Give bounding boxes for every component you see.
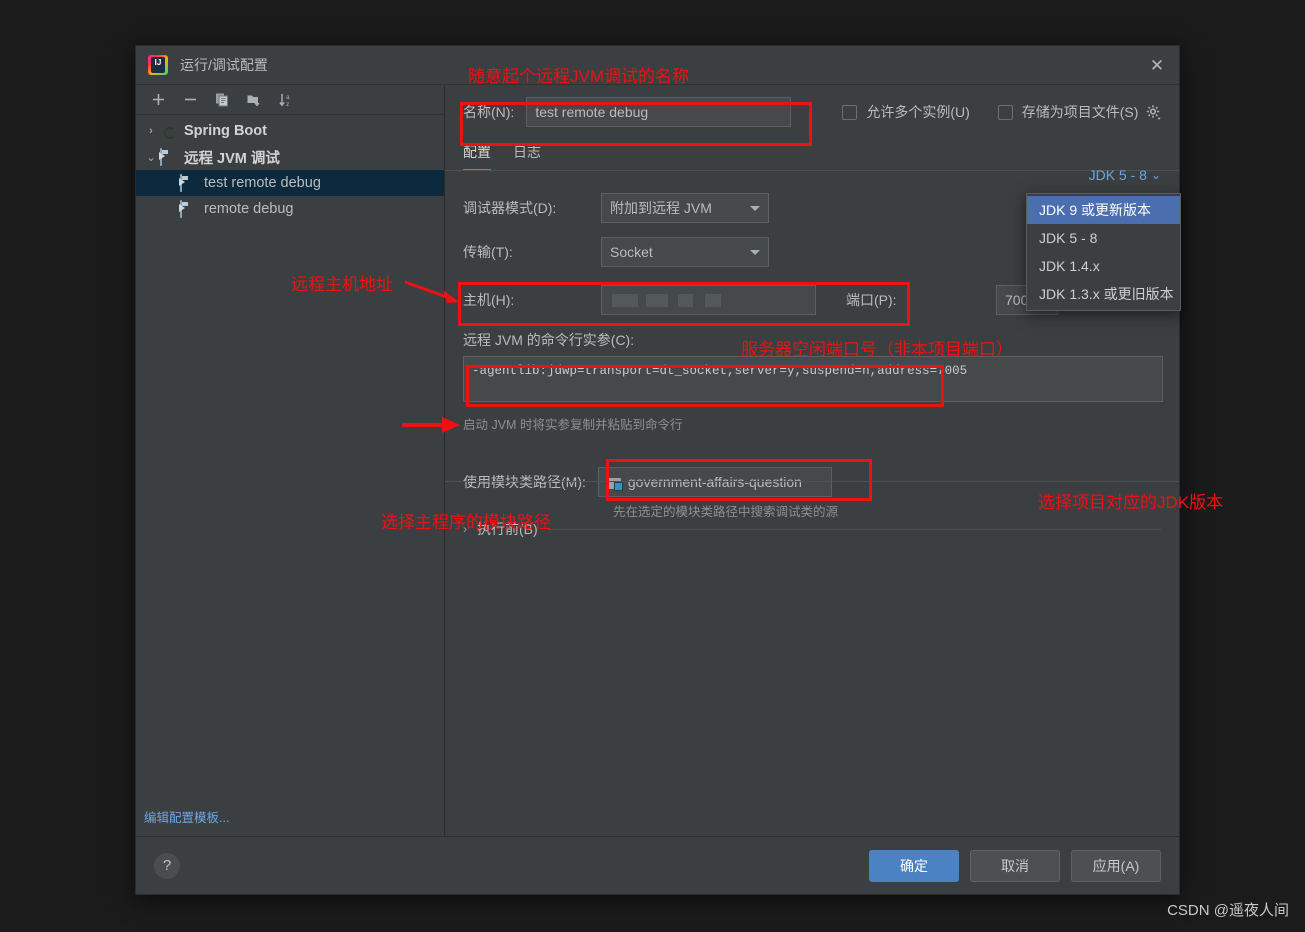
divider bbox=[547, 528, 1161, 530]
jvm-args-hint: 启动 JVM 时将实参复制并粘贴到命令行 bbox=[463, 418, 683, 432]
intellij-idea-icon bbox=[148, 55, 168, 75]
annotation-jdk-version: 选择项目对应的JDK版本 bbox=[1038, 493, 1224, 512]
dialog-body: a z › Spring Boot ⌄ 远程 JVM 调试 test remot… bbox=[136, 85, 1181, 836]
remote-jvm-icon bbox=[180, 174, 200, 192]
dropdown-item-jdk13[interactable]: JDK 1.3.x 或更旧版本 bbox=[1027, 280, 1180, 308]
tree-item-remote-jvm-debug[interactable]: ⌄ 远程 JVM 调试 bbox=[136, 144, 444, 170]
allow-multiple-instances-checkbox[interactable] bbox=[842, 104, 858, 120]
spring-boot-icon bbox=[160, 123, 180, 139]
sidebar-footer: 编辑配置模板... bbox=[136, 796, 444, 836]
jdk-version-select[interactable]: JDK 5 - 8 ⌄ bbox=[1089, 167, 1161, 183]
debugger-mode-value: 附加到远程 JVM bbox=[610, 200, 712, 216]
remote-jvm-icon bbox=[160, 148, 180, 166]
section-divider bbox=[445, 481, 1179, 482]
annotation-remote-host: 远程主机地址 bbox=[291, 275, 393, 294]
module-classpath-hint: 先在选定的模块类路径中搜索调试类的源 bbox=[613, 505, 839, 519]
dropdown-item-jdk5-8[interactable]: JDK 5 - 8 bbox=[1027, 224, 1180, 252]
store-as-project-file-checkbox[interactable] bbox=[997, 104, 1013, 120]
transport-label: 传输(T): bbox=[463, 244, 513, 260]
annotation-name-field: 随意起个远程JVM调试的名称 bbox=[468, 67, 689, 86]
svg-text:a: a bbox=[286, 94, 290, 101]
host-label: 主机(H): bbox=[463, 292, 515, 308]
folder-add-icon[interactable] bbox=[240, 88, 268, 112]
configuration-editor-panel: 名称(N): test remote debug 允许多个实例(U) 存储为项目… bbox=[445, 85, 1181, 836]
configurations-tree: › Spring Boot ⌄ 远程 JVM 调试 test remote de… bbox=[136, 115, 444, 796]
screen-root: 运行/调试配置 ✕ bbox=[0, 0, 1305, 932]
module-classpath-select[interactable]: government-affairs-question bbox=[597, 467, 832, 497]
watermark: CSDN @遥夜人间 bbox=[1167, 902, 1289, 919]
tab-logs[interactable]: 日志 bbox=[513, 142, 541, 171]
module-classpath-value: government-affairs-question bbox=[627, 474, 802, 490]
add-button[interactable] bbox=[144, 88, 172, 112]
jdk-version-dropdown: JDK 9 或更新版本 JDK 5 - 8 JDK 1.4.x JDK 1.3.… bbox=[1026, 193, 1181, 311]
tree-item-label: remote debug bbox=[204, 201, 294, 217]
arrow-to-jvm-hint bbox=[402, 417, 460, 433]
remote-jvm-icon bbox=[180, 200, 200, 218]
footer-buttons: 确定 取消 应用(A) bbox=[869, 849, 1161, 882]
debugger-mode-label: 调试器模式(D): bbox=[463, 200, 557, 216]
tree-item-remote-debug[interactable]: remote debug bbox=[136, 196, 444, 222]
arrow-to-host bbox=[404, 280, 459, 303]
help-button[interactable]: ? bbox=[154, 852, 180, 879]
host-input[interactable] bbox=[601, 285, 816, 315]
configurations-sidebar: a z › Spring Boot ⌄ 远程 JVM 调试 test remot… bbox=[136, 85, 445, 836]
annotation-free-port: 服务器空闲端口号（非本项目端口） bbox=[741, 340, 1013, 359]
tree-item-test-remote-debug[interactable]: test remote debug bbox=[136, 170, 444, 196]
allow-multiple-instances-label: 允许多个实例(U) bbox=[866, 104, 970, 120]
tree-item-spring-boot[interactable]: › Spring Boot bbox=[136, 118, 444, 144]
name-input[interactable]: test remote debug bbox=[526, 97, 792, 127]
tree-item-label: Spring Boot bbox=[184, 123, 267, 139]
transport-select[interactable]: Socket bbox=[601, 237, 769, 267]
dialog-title: 运行/调试配置 bbox=[180, 57, 268, 73]
jvm-args-hint-row: 启动 JVM 时将实参复制并粘贴到命令行 bbox=[463, 414, 1161, 434]
annotation-module-path: 选择主程序的模块路径 bbox=[381, 513, 551, 532]
name-label: 名称(N): bbox=[463, 104, 515, 120]
chevron-right-icon[interactable]: › bbox=[142, 125, 160, 137]
port-label: 端口(P): bbox=[846, 292, 897, 308]
chevron-down-icon[interactable] bbox=[742, 194, 768, 222]
dropdown-item-jdk9[interactable]: JDK 9 或更新版本 bbox=[1027, 196, 1180, 224]
close-icon[interactable]: ✕ bbox=[1143, 52, 1171, 78]
jdk-version-value: JDK 5 - 8 bbox=[1088, 167, 1147, 183]
copy-icon[interactable] bbox=[208, 88, 236, 112]
name-row: 名称(N): test remote debug 允许多个实例(U) 存储为项目… bbox=[445, 85, 1179, 139]
dropdown-item-jdk14[interactable]: JDK 1.4.x bbox=[1027, 252, 1180, 280]
sort-az-icon[interactable]: a z bbox=[272, 88, 300, 112]
debugger-mode-select[interactable]: 附加到远程 JVM bbox=[601, 193, 769, 223]
chevron-down-icon[interactable] bbox=[742, 238, 768, 266]
sidebar-toolbar: a z bbox=[136, 85, 444, 115]
run-debug-configurations-dialog: 运行/调试配置 ✕ bbox=[135, 45, 1181, 895]
editor-tabs: 配置 日志 bbox=[445, 139, 1179, 171]
host-masked-value bbox=[610, 293, 721, 307]
tab-configuration[interactable]: 配置 bbox=[463, 142, 491, 171]
chevron-down-icon[interactable]: ⌄ bbox=[142, 151, 160, 164]
chevron-down-icon: ⌄ bbox=[1150, 168, 1161, 182]
jvm-args-label: 远程 JVM 的命令行实参(C): bbox=[463, 332, 635, 348]
before-launch-section[interactable]: › 执行前(B) bbox=[463, 519, 1161, 539]
dialog-footer: ? 确定 取消 应用(A) bbox=[136, 836, 1179, 894]
remove-button[interactable] bbox=[176, 88, 204, 112]
ok-button[interactable]: 确定 bbox=[869, 849, 959, 882]
module-classpath-label: 使用模块类路径(M): bbox=[463, 474, 586, 490]
svg-text:z: z bbox=[286, 101, 289, 108]
apply-button[interactable]: 应用(A) bbox=[1071, 849, 1161, 882]
transport-value: Socket bbox=[610, 244, 653, 260]
tree-item-label: test remote debug bbox=[204, 175, 321, 191]
gear-icon[interactable] bbox=[1145, 104, 1162, 120]
module-icon bbox=[606, 476, 623, 491]
cancel-button[interactable]: 取消 bbox=[970, 849, 1060, 882]
tree-item-label: 远程 JVM 调试 bbox=[184, 150, 280, 167]
edit-configuration-templates-link[interactable]: 编辑配置模板... bbox=[144, 807, 229, 826]
store-as-project-file-label: 存储为项目文件(S) bbox=[1021, 104, 1139, 120]
jvm-args-input[interactable]: -agentlib:jdwp=transport=dt_socket,serve… bbox=[463, 356, 1163, 402]
